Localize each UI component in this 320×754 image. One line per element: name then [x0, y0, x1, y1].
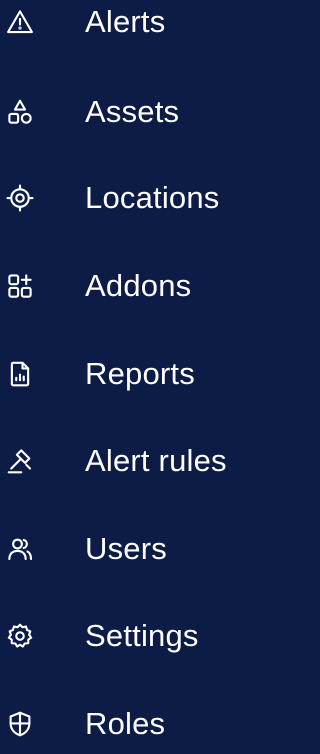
sidebar-nav: Alerts Assets Locations Addons Reports A… [0, 0, 274, 744]
sidebar-item-assets[interactable]: Assets [0, 82, 274, 142]
sidebar-item-label: Settings [85, 618, 199, 653]
sidebar-item-label: Locations [85, 180, 220, 215]
sidebar-item-label: Addons [85, 268, 192, 303]
grid-plus-icon [4, 270, 36, 302]
sidebar-item-label: Alert rules [85, 443, 227, 478]
sidebar-item-users[interactable]: Users [0, 519, 274, 579]
gavel-icon [4, 445, 36, 477]
sidebar-item-label: Assets [85, 94, 180, 129]
sidebar-item-label: Users [85, 531, 167, 566]
target-icon [4, 182, 36, 214]
shapes-icon [4, 96, 36, 128]
alert-triangle-icon [4, 6, 36, 38]
sidebar-item-label: Reports [85, 356, 195, 391]
users-icon [4, 533, 36, 565]
sidebar-item-alert-rules[interactable]: Alert rules [0, 431, 274, 491]
sidebar-item-roles[interactable]: Roles [0, 694, 274, 754]
sidebar-item-alerts[interactable]: Alerts [0, 0, 274, 52]
sidebar-item-reports[interactable]: Reports [0, 344, 274, 404]
sidebar-item-locations[interactable]: Locations [0, 168, 274, 228]
sidebar-item-label: Roles [85, 706, 166, 741]
sidebar-item-label: Alerts [85, 4, 166, 39]
gear-icon [4, 620, 36, 652]
report-chart-icon [4, 358, 36, 390]
sidebar-item-settings[interactable]: Settings [0, 606, 274, 666]
sidebar-item-addons[interactable]: Addons [0, 256, 274, 316]
shield-icon [4, 708, 36, 740]
